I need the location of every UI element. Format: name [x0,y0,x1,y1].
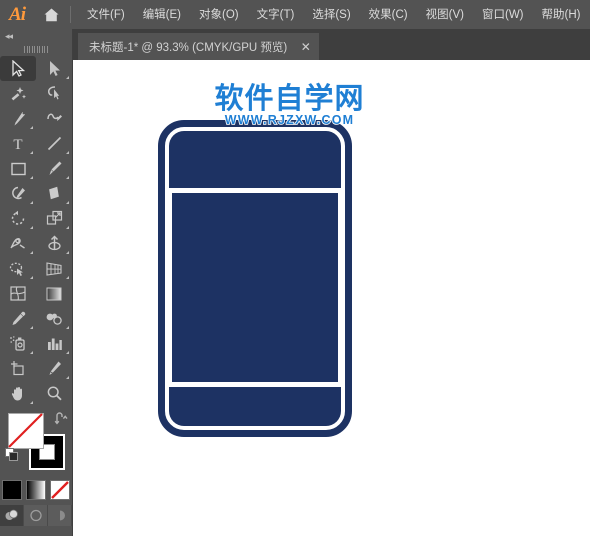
fill-stroke-controls [0,410,72,478]
tool-flyout-indicator[interactable] [30,151,33,154]
gradient-mode-button[interactable] [26,480,46,500]
draw-behind-button[interactable] [24,505,48,526]
gradient-tool[interactable] [36,281,72,306]
draw-inside-button[interactable] [48,505,72,526]
tool-flyout-indicator[interactable] [30,226,33,229]
tool-flyout-indicator[interactable] [66,326,69,329]
tool-flyout-indicator[interactable] [30,401,33,404]
menu-bar: Ai 文件(F) 编辑(E) 对象(O) 文字(T) 选择(S) 效果(C) 视… [0,0,590,29]
tool-flyout-indicator[interactable] [66,76,69,79]
swap-fill-stroke-icon[interactable] [54,411,68,425]
hand-tool[interactable] [0,381,36,406]
tool-flyout-indicator[interactable] [30,126,33,129]
selection-tool[interactable] [0,56,36,81]
rotate-tool[interactable] [0,206,36,231]
illustrator-window: Ai 文件(F) 编辑(E) 对象(O) 文字(T) 选择(S) 效果(C) 视… [0,0,590,536]
menu-help[interactable]: 帮助(H) [533,5,590,25]
slice-tool[interactable] [36,356,72,381]
artboard-tool[interactable] [0,356,36,381]
tool-flyout-indicator[interactable] [66,351,69,354]
direct-selection-tool[interactable] [36,56,72,81]
tool-flyout-indicator[interactable] [66,276,69,279]
tool-flyout-indicator[interactable] [66,376,69,379]
pen-tool[interactable] [0,106,36,131]
lasso-tool[interactable] [36,81,72,106]
svg-text:T: T [13,137,22,152]
tool-flyout-indicator[interactable] [66,176,69,179]
fill-swatch[interactable] [8,413,44,449]
tool-flyout-indicator[interactable] [66,251,69,254]
menu-file[interactable]: 文件(F) [78,5,134,25]
shaper-tool[interactable] [0,181,36,206]
magic-wand-tool[interactable] [0,81,36,106]
close-icon[interactable]: ✕ [300,41,311,53]
symbol-sprayer-tool[interactable] [0,331,36,356]
tool-flyout-indicator[interactable] [30,326,33,329]
scale-tool[interactable] [36,206,72,231]
color-mode-row [0,480,72,500]
ai-logo-icon: Ai [9,3,26,25]
column-graph-tool[interactable] [36,331,72,356]
phone-screen-edge-left [169,193,172,382]
document-tab[interactable]: 未标题-1* @ 93.3% (CMYK/GPU 预览) ✕ [78,33,320,60]
line-segment-tool[interactable] [36,131,72,156]
document-tab-title: 未标题-1* @ 93.3% (CMYK/GPU 预览) [89,41,288,54]
none-slash-icon [8,413,44,449]
phone-artwork[interactable] [158,120,352,437]
menu-type[interactable]: 文字(T) [248,5,304,25]
tool-flyout-indicator[interactable] [30,176,33,179]
tool-grid: T [0,56,72,406]
document-tab-bar: 未标题-1* @ 93.3% (CMYK/GPU 预览) ✕ [72,29,590,60]
eyedropper-tool[interactable] [0,306,36,331]
menu-window[interactable]: 窗口(W) [473,5,533,25]
phone-outer-frame [158,120,352,437]
perspective-grid-tool[interactable] [36,256,72,281]
menu-object[interactable]: 对象(O) [190,5,248,25]
menu-select[interactable]: 选择(S) [303,5,359,25]
free-transform-tool[interactable] [36,231,72,256]
menu-effect[interactable]: 效果(C) [360,5,417,25]
rectangle-tool[interactable] [0,156,36,181]
width-tool[interactable] [0,231,36,256]
tool-flyout-indicator[interactable] [30,251,33,254]
tool-flyout-indicator[interactable] [30,351,33,354]
phone-screen-edge-right [338,193,341,382]
draw-mode-row [0,505,72,526]
menu-divider [70,6,71,23]
type-tool[interactable]: T [0,131,36,156]
zoom-tool[interactable] [36,381,72,406]
tool-flyout-indicator[interactable] [66,151,69,154]
curvature-tool[interactable] [36,106,72,131]
collapse-panel-icon[interactable]: ◂◂ [5,31,13,41]
watermark-title: 软件自学网 [213,81,365,115]
phone-earpiece-gap [169,188,341,193]
menu-item-list: 文件(F) 编辑(E) 对象(O) 文字(T) 选择(S) 效果(C) 视图(V… [78,5,589,25]
menu-view[interactable]: 视图(V) [417,5,473,25]
draw-normal-button[interactable] [0,505,24,526]
tool-flyout-indicator[interactable] [30,201,33,204]
phone-home-gap [169,382,341,387]
home-icon[interactable] [34,0,68,29]
tools-panel-header[interactable]: ◂◂ [0,29,72,43]
mesh-tool[interactable] [0,281,36,306]
shape-builder-tool[interactable] [0,256,36,281]
tool-flyout-indicator[interactable] [66,226,69,229]
canvas-artboard[interactable]: 软件自学网 WWW.RJZXW.COM [72,60,590,536]
eraser-tool[interactable] [36,181,72,206]
paintbrush-tool[interactable] [36,156,72,181]
tool-flyout-indicator[interactable] [66,201,69,204]
default-fill-stroke-icon[interactable] [5,448,19,462]
none-mode-button[interactable] [50,480,70,500]
blend-tool[interactable] [36,306,72,331]
tool-flyout-indicator[interactable] [30,276,33,279]
color-mode-button[interactable] [2,480,22,500]
panel-drag-handle[interactable] [0,43,72,56]
menu-edit[interactable]: 编辑(E) [134,5,190,25]
tools-panel: ◂◂ T [0,29,73,536]
